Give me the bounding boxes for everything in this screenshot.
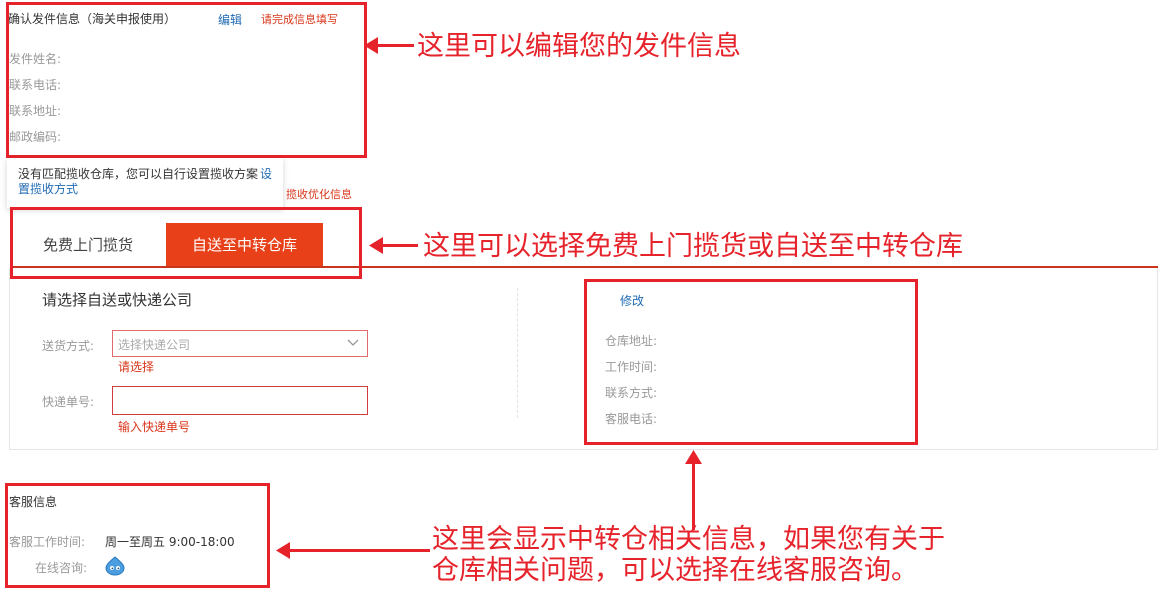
form-heading: 请选择自送或快递公司	[42, 291, 193, 309]
panel-divider	[517, 288, 518, 418]
tracking-number-hint: 输入快递单号	[118, 420, 191, 434]
sender-annotation: 这里可以编辑您的发件信息	[417, 31, 741, 62]
courier-select[interactable]: 选择快递公司	[112, 330, 368, 357]
no-warehouse-tooltip: 没有匹配揽收仓库，您可以自行设置揽收方案 设置揽收方式	[7, 158, 283, 208]
tab-arrow-shaft	[377, 244, 418, 247]
tracking-number-input[interactable]	[112, 386, 368, 415]
delivery-method-label: 送货方式:	[42, 339, 95, 353]
sender-arrow-shaft	[372, 44, 414, 47]
courier-select-placeholder: 选择快递公司	[118, 338, 191, 352]
service-arrow-head	[276, 542, 290, 559]
tracking-number-label: 快递单号:	[42, 395, 95, 409]
tooltip-text: 没有匹配揽收仓库，您可以自行设置揽收方案	[18, 167, 259, 181]
service-arrow-shaft	[284, 549, 430, 552]
warehouse-arrow-head	[685, 450, 702, 464]
sender-highlight-box	[6, 2, 367, 158]
warehouse-highlight-box	[584, 279, 918, 445]
sender-arrow-head	[364, 37, 378, 54]
pickup-optimize-link[interactable]: 揽收优化信息	[286, 186, 362, 202]
courier-error: 请选择	[118, 360, 155, 374]
warehouse-annotation-line1: 这里会显示中转仓相关信息，如果您有关于	[432, 524, 945, 555]
tab-arrow-head	[369, 237, 383, 254]
warehouse-annotation-line2: 仓库相关问题，可以选择在线客服咨询。	[432, 555, 918, 586]
warehouse-arrow-shaft	[692, 462, 695, 530]
service-highlight-box	[5, 483, 270, 588]
tab-annotation: 这里可以选择免费上门揽货或自送至中转仓库	[423, 231, 963, 262]
chevron-down-icon	[347, 339, 359, 346]
